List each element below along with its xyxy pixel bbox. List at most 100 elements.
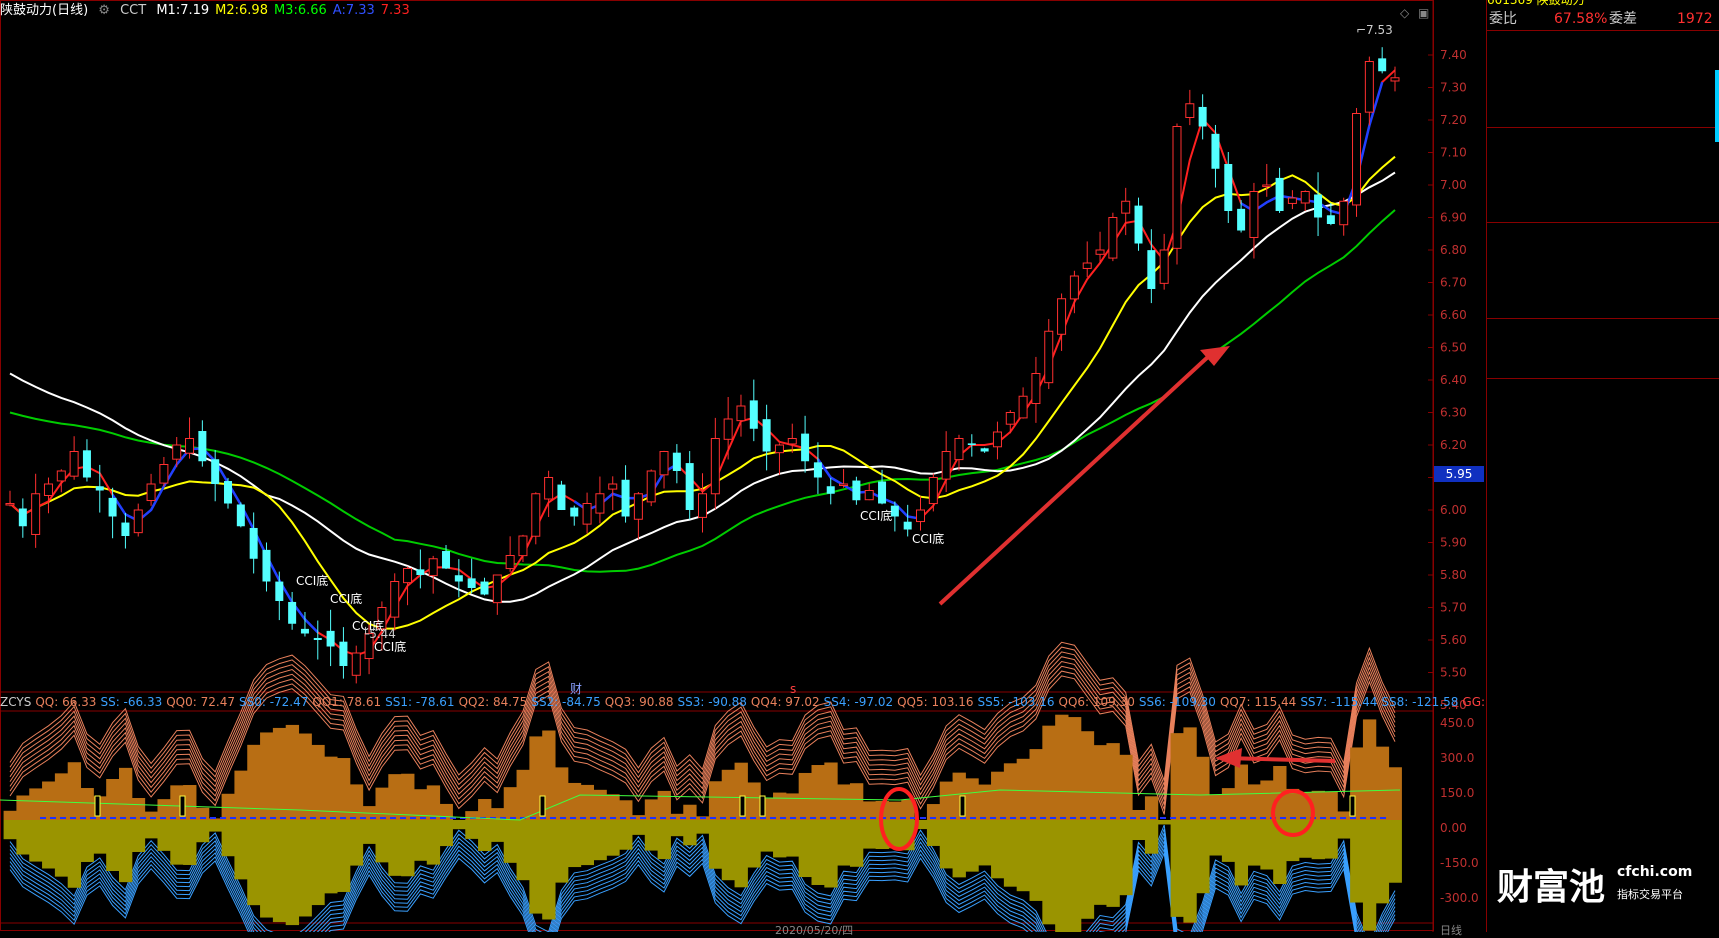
ss-fill-bar bbox=[42, 820, 56, 869]
diamond-icon[interactable]: ◇ bbox=[1400, 6, 1409, 20]
candlestick-series bbox=[5, 47, 1400, 684]
ss-fill-bar bbox=[16, 820, 30, 855]
candle-body bbox=[18, 508, 27, 527]
price-tick-label: 6.80 bbox=[1440, 243, 1467, 257]
qq-fill-bar bbox=[773, 792, 787, 820]
price-grid bbox=[1428, 54, 1434, 706]
tick-row bbox=[1487, 596, 1719, 614]
ss-fill-bar bbox=[208, 820, 223, 832]
ss-fill-bar bbox=[555, 820, 569, 883]
qq-fill-bar bbox=[1362, 719, 1377, 820]
qq-fill-bar bbox=[580, 784, 594, 820]
ss-fill-bar bbox=[593, 820, 607, 861]
price-tick-label: 6.90 bbox=[1440, 211, 1467, 225]
tick-row bbox=[1487, 416, 1719, 434]
cci-bottom-label: CCI底 bbox=[296, 573, 328, 588]
ss-fill-bar bbox=[3, 820, 17, 840]
qq-fill-bar bbox=[1093, 745, 1107, 820]
ss-fill-bar bbox=[1375, 820, 1390, 904]
price-tick-label: 7.30 bbox=[1440, 81, 1467, 95]
indicator-value-10: SS3: -90.88 bbox=[677, 695, 747, 709]
ss-fill-bar bbox=[1196, 820, 1210, 894]
tick-row bbox=[1487, 506, 1719, 524]
tick-row bbox=[1487, 488, 1719, 506]
ss-fill-bar bbox=[1170, 820, 1184, 917]
ss-fill-bar bbox=[516, 820, 530, 881]
qq-fill-bar bbox=[991, 771, 1005, 820]
indicator-value-5: QQ1: 78.61 bbox=[312, 695, 382, 709]
ss-fill-bar bbox=[1016, 820, 1031, 892]
ma-value-4: 7.33 bbox=[380, 3, 410, 18]
candle-body bbox=[980, 448, 989, 452]
price-tick-label: 7.00 bbox=[1440, 178, 1467, 192]
price-tick-label: 6.30 bbox=[1440, 406, 1467, 420]
ss-fill-bar bbox=[1144, 820, 1159, 854]
gear-icon[interactable]: ⚙ bbox=[98, 3, 110, 18]
wei-bi-value: 67.58% bbox=[1554, 11, 1608, 27]
candle-body bbox=[262, 549, 271, 582]
ss-fill-bar bbox=[1183, 820, 1197, 923]
quote-row bbox=[1487, 261, 1719, 280]
candle-body bbox=[1237, 208, 1246, 231]
candle-body bbox=[1005, 412, 1015, 425]
candle-body bbox=[1300, 191, 1310, 204]
ss-fill-bar bbox=[1362, 820, 1377, 931]
chart-header: 陕鼓动力(日线) ⚙ CCT M1:7.19 M2:6.98 M3:6.66 A:7.… bbox=[0, 0, 1435, 22]
low-price-label: └5.44 bbox=[362, 626, 396, 641]
qq-fill-bar bbox=[1119, 754, 1133, 820]
indicator-value-19: SS8: -121.58 bbox=[1381, 695, 1459, 709]
buy-row-5 bbox=[1487, 204, 1719, 223]
ss-fill-bar bbox=[773, 820, 787, 858]
watermark-tagline: 指标交易平台 bbox=[1617, 888, 1683, 901]
indicator-tick-label: 0.00 bbox=[1440, 821, 1467, 835]
ss-fill-bar bbox=[503, 820, 518, 863]
window-icon[interactable]: ▣ bbox=[1418, 6, 1429, 20]
candle-body bbox=[698, 493, 707, 518]
qq-fill-bar bbox=[516, 769, 530, 820]
qq-fill-bar bbox=[657, 790, 671, 820]
candle-body bbox=[992, 431, 1002, 448]
ss-fill-bar bbox=[221, 820, 235, 857]
ss-fill-bar bbox=[747, 820, 761, 868]
watermark-brand: 财富池 bbox=[1497, 866, 1606, 908]
quote-row bbox=[1487, 223, 1719, 242]
sell-row-2 bbox=[1487, 88, 1719, 107]
wei-bi-label: 委比 bbox=[1489, 11, 1517, 27]
qq-fill-bar bbox=[785, 793, 800, 820]
indicator-value-9: QQ3: 90.88 bbox=[604, 695, 674, 709]
ss-fill-bar bbox=[542, 820, 556, 920]
period-label[interactable]: 日线 bbox=[1440, 922, 1462, 938]
indicator-name[interactable]: CCT bbox=[120, 3, 146, 18]
qq-fill-bar bbox=[375, 787, 389, 820]
candle-body bbox=[801, 433, 810, 462]
wei-bi-row: 委比 67.58% 委差 1972 bbox=[1487, 10, 1719, 29]
buy-row-1 bbox=[1487, 128, 1719, 147]
indicator-value-2: SS: -66.33 bbox=[100, 695, 163, 709]
indicator-value-17: QQ7: 115.44 bbox=[1219, 695, 1297, 709]
candle-body bbox=[813, 462, 822, 478]
indicator-value-12: SS4: -97.02 bbox=[823, 695, 894, 709]
ss-fill-bar bbox=[670, 820, 684, 837]
ss-fill-bar bbox=[490, 820, 505, 842]
stock-name[interactable]: 陕鼓动力(日线) bbox=[0, 3, 88, 18]
qq-fill-bar bbox=[1183, 727, 1197, 820]
qq-fill-bar bbox=[119, 767, 133, 820]
quote-row bbox=[1487, 280, 1719, 299]
candle-body bbox=[31, 493, 41, 535]
candle-body bbox=[787, 438, 797, 445]
candle-body bbox=[570, 507, 579, 517]
ss-fill-bar bbox=[1003, 820, 1018, 887]
tick-row bbox=[1487, 560, 1719, 578]
qq-fill-bar bbox=[54, 773, 69, 820]
tick-row bbox=[1487, 434, 1719, 452]
ss-fill-bar bbox=[401, 820, 415, 877]
qq-fill-bar bbox=[1375, 746, 1390, 820]
candle-body bbox=[1018, 395, 1028, 419]
qq-fill-bar bbox=[593, 789, 607, 820]
ss-fill-bar bbox=[272, 820, 287, 923]
ss-fill-bar bbox=[247, 820, 261, 906]
kline-chart[interactable]: 7.40 7.30 7.20 7.10 7.00 6.90 6.80 6.70 6.60 6.50… bbox=[0, 0, 1490, 932]
scrollbar[interactable] bbox=[1715, 70, 1719, 142]
indicator-tick-label: 450.0 bbox=[1440, 716, 1474, 730]
indicator-value-7: QQ2: 84.75 bbox=[458, 695, 528, 709]
